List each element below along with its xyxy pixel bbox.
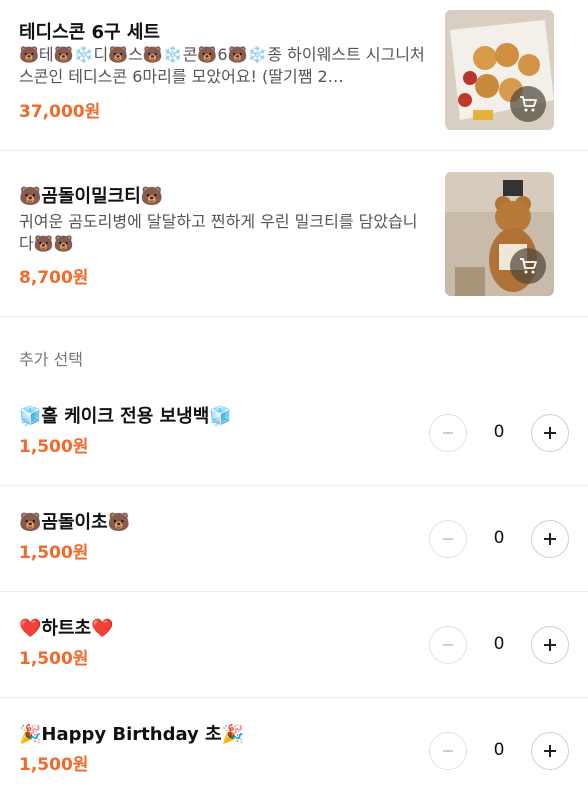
quantity-stepper: 0 [429, 732, 569, 770]
option-row-cooler-bag: 🧊홀 케이크 전용 보냉백🧊 1,500원 0 [0, 380, 588, 486]
add-to-cart-button[interactable] [510, 86, 546, 122]
add-to-cart-button[interactable] [510, 248, 546, 284]
minus-icon [443, 644, 453, 646]
option-name: 🐻곰돌이초🐻 [19, 512, 131, 533]
increase-button[interactable] [531, 520, 569, 558]
plus-icon [544, 533, 556, 545]
decrease-button[interactable] [429, 732, 467, 770]
plus-icon [544, 639, 556, 651]
quantity-stepper: 0 [429, 520, 569, 558]
quantity-value: 0 [493, 528, 505, 548]
option-price: 1,500원 [19, 437, 89, 457]
quantity-value: 0 [493, 422, 505, 442]
option-name: 🧊홀 케이크 전용 보냉백🧊 [19, 406, 232, 427]
product-description: 🐻테🐻❄️디🐻스🐻❄️콘🐻6🐻❄️종 하이웨스트 시그니처 스콘인 테디스콘 6… [19, 45, 425, 86]
plus-icon [544, 745, 556, 757]
product-description: 귀여운 곰도리병에 달달하고 찐하게 우린 밀크티를 담았습니다🐻🐻 [19, 212, 418, 253]
cart-icon [520, 96, 537, 112]
product-title: 🐻곰돌이밀크티🐻 [19, 186, 164, 207]
decrease-button[interactable] [429, 520, 467, 558]
increase-button[interactable] [531, 732, 569, 770]
product-card-bear-milk-tea[interactable]: 🐻곰돌이밀크티🐻 귀여운 곰도리병에 달달하고 찐하게 우린 밀크티를 담았습니… [0, 151, 588, 317]
product-image[interactable] [445, 10, 554, 130]
quantity-stepper: 0 [429, 626, 569, 664]
increase-button[interactable] [531, 626, 569, 664]
section-label-extra-options: 추가 선택 [19, 350, 83, 369]
product-price: 8,700원 [19, 268, 89, 288]
minus-icon [443, 432, 453, 434]
product-image[interactable] [445, 172, 554, 296]
minus-icon [443, 750, 453, 752]
option-name: 🎉Happy Birthday 초🎉 [19, 724, 245, 745]
increase-button[interactable] [531, 414, 569, 452]
decrease-button[interactable] [429, 414, 467, 452]
option-row-heart-candle: ❤️하트초❤️ 1,500원 0 [0, 592, 588, 698]
product-price: 37,000원 [19, 102, 101, 122]
option-price: 1,500원 [19, 755, 89, 775]
option-row-birthday-candle: 🎉Happy Birthday 초🎉 1,500원 0 [0, 698, 588, 800]
quantity-value: 0 [493, 740, 505, 760]
cart-icon [520, 258, 537, 274]
plus-icon [544, 427, 556, 439]
product-title: 테디스콘 6구 세트 [19, 22, 160, 43]
option-name: ❤️하트초❤️ [19, 618, 114, 639]
minus-icon [443, 538, 453, 540]
option-row-bear-candle: 🐻곰돌이초🐻 1,500원 0 [0, 486, 588, 592]
decrease-button[interactable] [429, 626, 467, 664]
option-price: 1,500원 [19, 543, 89, 563]
quantity-stepper: 0 [429, 414, 569, 452]
product-card-teddy-scone[interactable]: 테디스콘 6구 세트 🐻테🐻❄️디🐻스🐻❄️콘🐻6🐻❄️종 하이웨스트 시그니처… [0, 0, 588, 151]
option-price: 1,500원 [19, 649, 89, 669]
quantity-value: 0 [493, 634, 505, 654]
